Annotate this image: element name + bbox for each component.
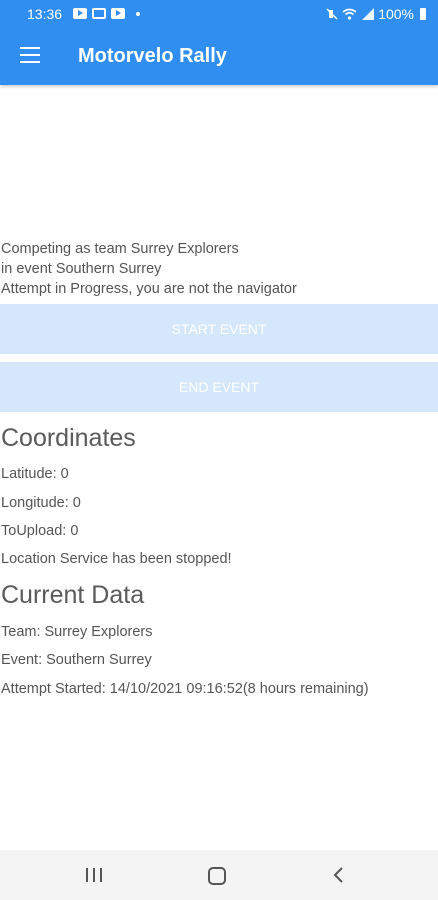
to-upload-value: ToUpload: 0 — [1, 523, 79, 539]
system-icons: 100% — [326, 6, 426, 22]
menu-icon[interactable] — [20, 47, 40, 63]
attempt-line: Attempt in Progress, you are not the nav… — [1, 281, 297, 297]
notification-icons — [73, 8, 140, 19]
coordinates-heading: Coordinates — [1, 424, 136, 452]
status-time: 13:36 — [27, 6, 63, 22]
signal-icon — [362, 8, 375, 20]
battery-percentage: 100% — [378, 6, 414, 22]
start-event-button[interactable]: START EVENT — [0, 304, 438, 354]
current-team: Team: Surrey Explorers — [1, 624, 153, 640]
current-event: Event: Southern Surrey — [1, 652, 152, 668]
end-event-button[interactable]: END EVENT — [0, 362, 438, 412]
location-service-status: Location Service has been stopped! — [1, 551, 232, 567]
wifi-icon — [342, 8, 357, 20]
app-bar: Motorvelo Rally — [0, 28, 438, 85]
home-icon[interactable] — [208, 867, 226, 885]
youtube-icon — [73, 8, 87, 19]
latitude-value: Latitude: 0 — [1, 466, 69, 482]
more-notifications-icon — [136, 11, 140, 16]
recent-apps-icon[interactable] — [86, 868, 102, 882]
back-icon[interactable] — [332, 866, 344, 884]
attempt-started: Attempt Started: 14/10/2021 09:16:52(8 h… — [1, 681, 369, 697]
battery-icon — [420, 8, 426, 20]
mute-icon — [326, 8, 338, 20]
team-line: Competing as team Surrey Explorers — [1, 241, 239, 257]
system-navigation-bar — [0, 850, 438, 900]
event-line: in event Southern Surrey — [1, 261, 162, 277]
status-info: Competing as team Surrey Explorers in ev… — [1, 239, 297, 299]
document-icon — [92, 8, 106, 19]
youtube-icon — [111, 8, 125, 19]
app-title: Motorvelo Rally — [78, 45, 227, 67]
status-bar: 13:36 100% — [0, 0, 438, 28]
longitude-value: Longitude: 0 — [1, 495, 81, 511]
current-data-heading: Current Data — [1, 581, 145, 609]
